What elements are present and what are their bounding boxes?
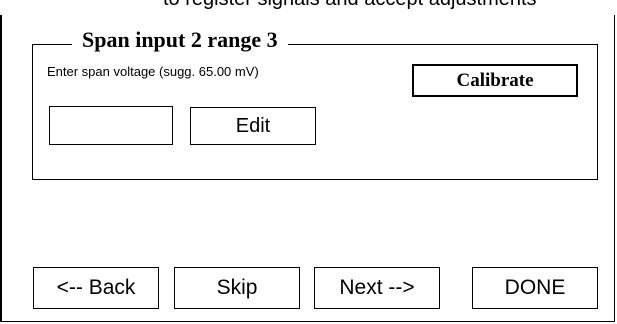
edit-button[interactable]: Edit <box>190 107 316 145</box>
header-text: to register signals and accept adjustmen… <box>163 0 537 11</box>
back-button[interactable]: <-- Back <box>33 267 159 309</box>
span-voltage-field[interactable] <box>49 106 173 145</box>
span-voltage-prompt: Enter span voltage (sugg. 65.00 mV) <box>47 64 259 79</box>
next-button[interactable]: Next --> <box>314 267 440 309</box>
skip-button[interactable]: Skip <box>174 267 300 309</box>
calibrate-button[interactable]: Calibrate <box>412 64 578 97</box>
done-button[interactable]: DONE <box>472 267 598 309</box>
group-title: Span input 2 range 3 <box>72 27 288 53</box>
clipped-header-text: to register signals and accept adjustmen… <box>0 0 617 15</box>
